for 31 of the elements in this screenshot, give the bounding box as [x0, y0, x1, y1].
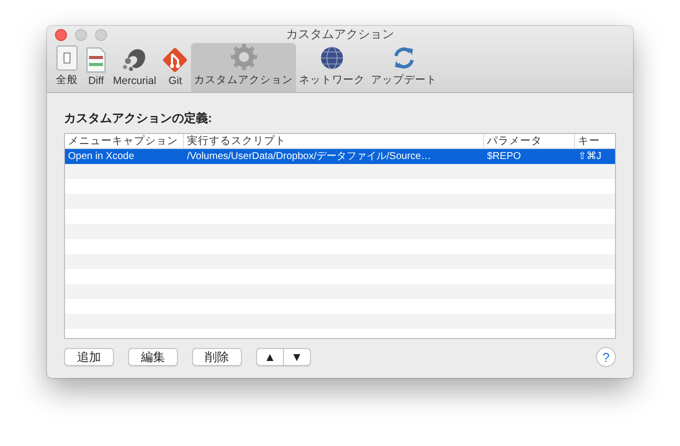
column-header[interactable]: パラメータ — [484, 134, 575, 148]
column-header[interactable]: キー — [575, 134, 615, 148]
table-cell-text: Open in Xcode — [67, 150, 136, 164]
gear-icon — [230, 43, 258, 71]
toolbar-tab[interactable]: Mercurial — [110, 43, 160, 92]
table-row[interactable]: Open in Xcode /Volumes/UserData/Dropbox/データファイル/Source… $REPO ⇧⌘J — [65, 149, 615, 164]
window-title: カスタムアクション — [286, 26, 394, 43]
move-button[interactable]: ▲ — [256, 348, 284, 366]
toolbar-tab[interactable]: ネットワーク — [296, 43, 368, 92]
column-header[interactable]: 実行するスクリプト — [184, 134, 484, 148]
action-button[interactable]: 追加 — [64, 348, 114, 366]
toolbar-tab[interactable]: Diff — [82, 43, 110, 92]
column-header[interactable]: メニューキャプション — [65, 134, 184, 148]
move-button[interactable]: ▼ — [284, 348, 311, 366]
table-cell-text: /Volumes/UserData/Dropbox/データファイル/Source… — [186, 150, 432, 164]
toolbar-tab[interactable]: アップデート — [368, 43, 440, 92]
toolbar-tab[interactable]: 全般 — [52, 43, 82, 92]
table-cell-text: $REPO — [486, 150, 522, 164]
help-button[interactable]: ? — [596, 347, 616, 367]
toolbar-tab[interactable]: カスタムアクション — [191, 43, 296, 92]
document-icon — [85, 47, 107, 73]
toolbar-tab[interactable]: Git — [159, 43, 192, 92]
globe-icon — [319, 45, 346, 71]
table-cell-text: ⇧⌘J — [577, 150, 602, 164]
action-button[interactable]: 削除 — [192, 348, 242, 366]
close-button[interactable] — [55, 28, 67, 40]
section-heading: カスタムアクションの定義: — [64, 110, 212, 127]
zoom-button[interactable] — [95, 28, 107, 40]
minimize-button[interactable] — [75, 28, 87, 40]
switch-icon — [55, 45, 79, 71]
action-button[interactable]: 編集 — [128, 348, 178, 366]
